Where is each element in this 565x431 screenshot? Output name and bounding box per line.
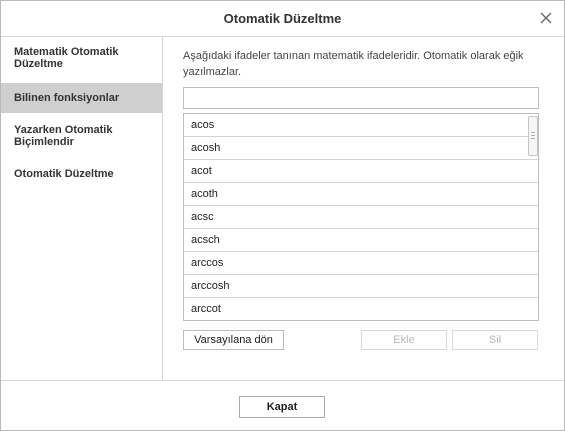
sidebar-item-label: Bilinen fonksiyonlar bbox=[14, 92, 120, 104]
grip-line bbox=[531, 135, 535, 136]
list-item[interactable]: arccosh bbox=[184, 275, 538, 298]
sidebar-item-label: Otomatik Düzeltme bbox=[14, 168, 114, 180]
sidebar: Matematik Otomatik Düzeltme Bilinen fonk… bbox=[1, 37, 163, 380]
list-item[interactable]: acos bbox=[184, 114, 538, 137]
description-text: Aşağıdaki ifadeler tanınan matematik ifa… bbox=[183, 50, 524, 78]
function-list[interactable]: acos acosh acot acoth acsc acsch arccos … bbox=[183, 113, 539, 321]
dialog-titlebar: Otomatik Düzeltme bbox=[1, 1, 564, 37]
list-item[interactable]: acosh bbox=[184, 137, 538, 160]
scrollbar-thumb[interactable] bbox=[528, 116, 538, 156]
sidebar-item-label: Matematik Otomatik Düzeltme bbox=[14, 46, 119, 70]
close-icon[interactable] bbox=[538, 10, 554, 26]
close-button[interactable]: Kapat bbox=[239, 396, 325, 418]
dialog-title: Otomatik Düzeltme bbox=[223, 11, 342, 26]
list-scrollbar[interactable] bbox=[528, 115, 538, 319]
list-item[interactable]: acoth bbox=[184, 183, 538, 206]
sidebar-item-autocorrect[interactable]: Otomatik Düzeltme bbox=[1, 168, 162, 184]
grip-line bbox=[531, 138, 535, 139]
sidebar-item-known-functions[interactable]: Bilinen fonksiyonlar bbox=[1, 83, 162, 113]
list-item[interactable]: acot bbox=[184, 160, 538, 183]
sidebar-item-label: Yazarken Otomatik Biçimlendir bbox=[14, 124, 113, 148]
add-button[interactable]: Ekle bbox=[361, 330, 447, 350]
reset-default-button[interactable]: Varsayılana dön bbox=[183, 330, 284, 350]
function-input[interactable] bbox=[183, 87, 539, 109]
list-item[interactable]: arccos bbox=[184, 252, 538, 275]
list-item[interactable]: acsc bbox=[184, 206, 538, 229]
sidebar-item-math-autocorrect[interactable]: Matematik Otomatik Düzeltme bbox=[1, 45, 162, 75]
list-item[interactable]: acsch bbox=[184, 229, 538, 252]
list-item[interactable]: arccot bbox=[184, 298, 538, 320]
grip-line bbox=[531, 132, 535, 133]
main-panel: Aşağıdaki ifadeler tanınan matematik ifa… bbox=[163, 37, 564, 380]
delete-button[interactable]: Sil bbox=[452, 330, 538, 350]
dialog-footer: Kapat bbox=[1, 380, 564, 431]
autocorrect-dialog: Otomatik Düzeltme Matematik Otomatik Düz… bbox=[0, 0, 565, 431]
sidebar-item-autoformat-as-you-type[interactable]: Yazarken Otomatik Biçimlendir bbox=[1, 124, 162, 154]
